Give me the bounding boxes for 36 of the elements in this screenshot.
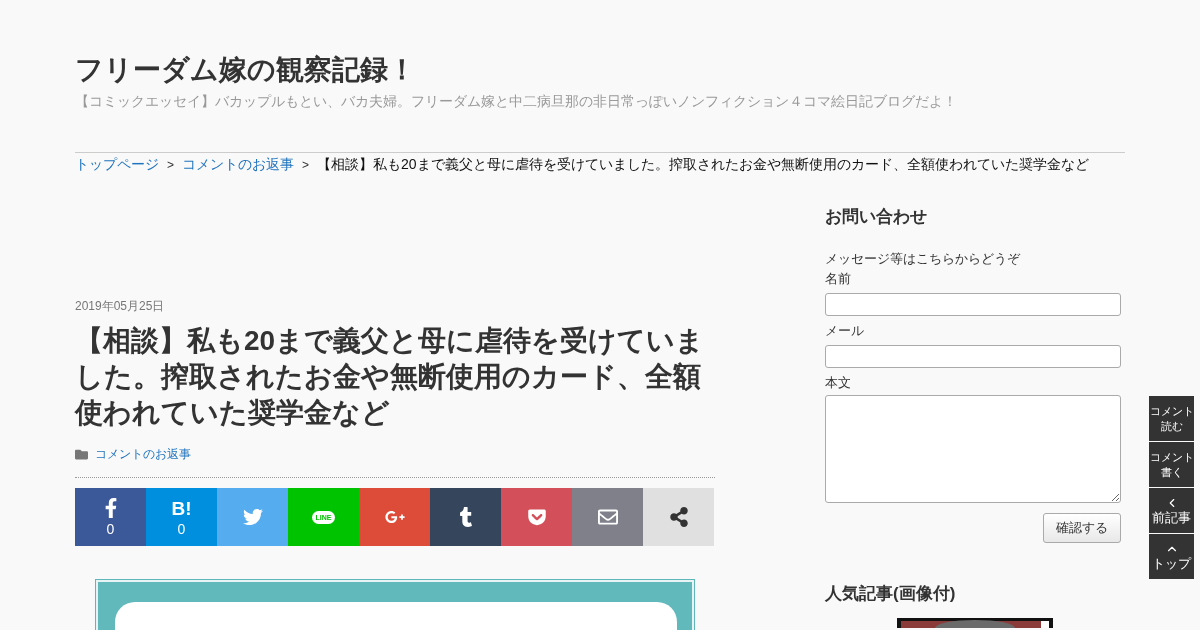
- mail-icon: [597, 507, 618, 527]
- pocket-share-button[interactable]: [501, 488, 572, 546]
- tumblr-share-button[interactable]: [430, 488, 501, 546]
- facebook-share-button[interactable]: 0: [75, 488, 146, 546]
- popular-heading: 人気記事(画像付): [825, 582, 957, 605]
- message-field[interactable]: [825, 394, 1121, 503]
- folder-icon: [75, 447, 88, 461]
- field-label: 本文: [825, 373, 852, 392]
- contact-heading: お問い合わせ: [825, 206, 928, 228]
- site-title[interactable]: フリーダム嫁の観察記録！: [75, 52, 1125, 88]
- mail-share-button[interactable]: [572, 488, 643, 546]
- post-date: 2019年05月25日: [75, 298, 166, 315]
- breadcrumb-separator: >: [167, 156, 174, 174]
- floating-nav-button[interactable]: コメント書く: [1149, 442, 1194, 487]
- share-button[interactable]: [643, 488, 714, 546]
- contact-intro: メッセージ等はこちらからどうぞ: [825, 249, 1021, 268]
- site-tagline: 【コミックエッセイ】バカップルもとい、バカ夫婦。フリーダム嫁と中二病旦那の非日常っぽいノンフィクション４コマ絵日記ブログだよ！: [75, 92, 958, 111]
- hatena-share-button[interactable]: B! 0: [146, 488, 217, 546]
- floating-nav-button[interactable]: コメント読む: [1149, 396, 1194, 441]
- confirm-button[interactable]: 確認する: [1043, 512, 1121, 543]
- post-title: 【相談】私も20まで義父と母に虐待を受けていました。搾取されたお金や無断使用のカード、全額使われていた奨学金など: [75, 324, 706, 430]
- pocket-icon: [526, 507, 547, 527]
- breadcrumb-link[interactable]: トップページ: [75, 154, 159, 175]
- twitter-icon: [242, 507, 263, 527]
- floating-nav-button[interactable]: 前記事: [1149, 488, 1194, 533]
- breadcrumb-separator: >: [302, 156, 310, 174]
- share-icon: [668, 507, 689, 527]
- text-field[interactable]: [825, 292, 1121, 316]
- field-label: 名前: [825, 269, 852, 288]
- floating-nav-button[interactable]: トップ: [1149, 534, 1194, 579]
- breadcrumb-link[interactable]: コメントのお返事: [182, 154, 294, 175]
- text-field[interactable]: [825, 344, 1121, 368]
- breadcrumb-current: 【相談】私も20まで義父と母に虐待を受けていました。搾取されたお金や無断使用のカード、全額使われていた奨学金など: [317, 155, 1089, 174]
- field-label: メール: [825, 321, 865, 340]
- twitter-share-button[interactable]: [217, 488, 288, 546]
- category-link[interactable]: コメントのお返事: [95, 445, 191, 463]
